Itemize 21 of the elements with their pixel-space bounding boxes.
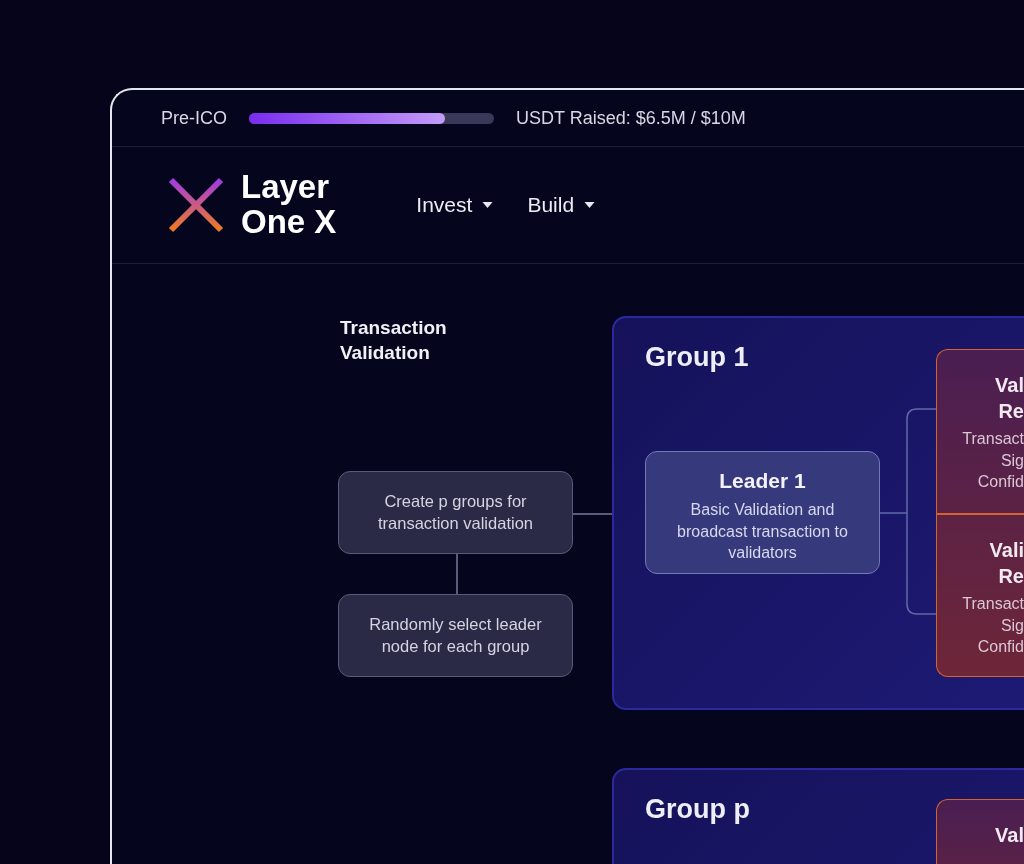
brand-name: Layer One X: [241, 170, 337, 240]
group-title: Group p: [645, 794, 750, 825]
diagram-title: Transaction Validation: [340, 316, 448, 365]
caret-icon: [584, 202, 596, 208]
leader-description: Basic Validation and broadcast transaction to validators: [676, 500, 849, 564]
validator-title: Val: [994, 823, 1024, 848]
nav-menu-item[interactable]: Invest: [416, 193, 494, 217]
connector-line: [456, 554, 458, 594]
raised-amount: USDT Raised: $6.5M / $10M: [516, 107, 746, 129]
caret-icon: [482, 202, 494, 208]
connector-line: [573, 513, 612, 515]
nav-menu-item[interactable]: Build: [527, 193, 596, 217]
stage-label: Pre-ICO: [161, 107, 227, 129]
leader-title: Leader 1: [718, 469, 807, 493]
validator-description: Transact Sig Confid: [961, 429, 1024, 493]
step-node: Create p groups for transaction validation: [338, 471, 573, 554]
validator-title: Vali Re: [988, 538, 1024, 589]
step-node: Randomly select leader node for each group: [338, 594, 573, 677]
validator-title: Val Re: [994, 373, 1024, 424]
group-title: Group 1: [645, 342, 749, 373]
validator-description: Transact Sig Confid: [961, 594, 1024, 658]
